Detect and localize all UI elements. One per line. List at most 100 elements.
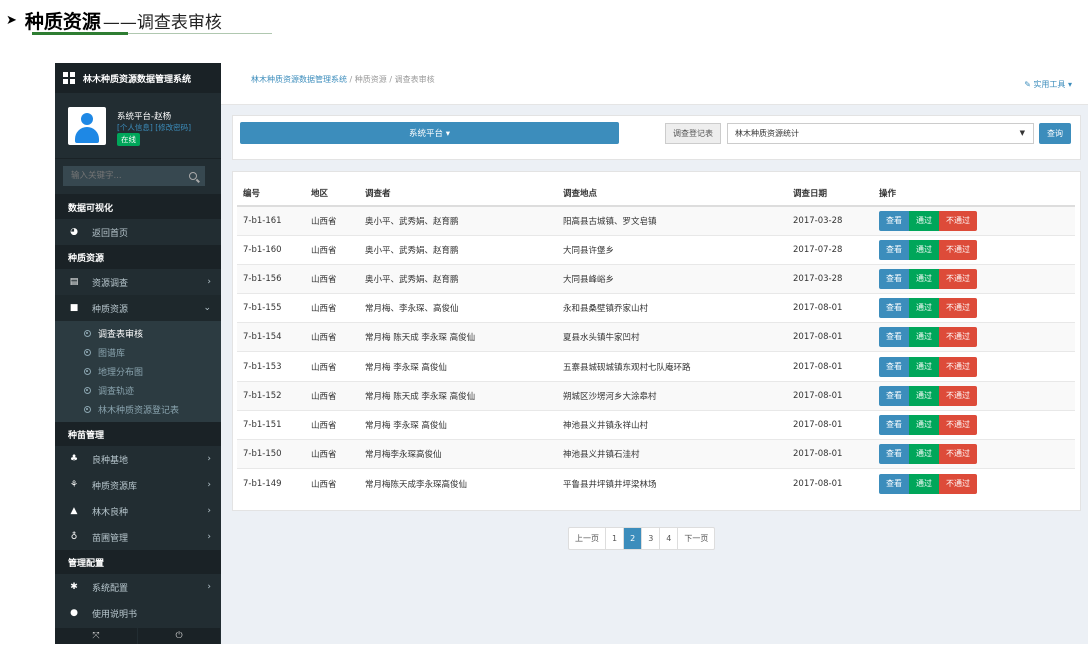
sidebar-item-leaf[interactable]: ⚘ 种质资源库 › — [55, 472, 221, 498]
reject-button[interactable]: 不通过 — [939, 327, 977, 348]
sidebar-item-seedling[interactable]: ♁ 苗圃管理 › — [55, 524, 221, 550]
table-cell: 山西省 — [305, 205, 359, 236]
pass-button[interactable]: 通过 — [909, 239, 939, 260]
sidebar: 林木种质资源数据管理系统 系统平台-赵杨 [个人信息] [修改密码] 在线 数据… — [55, 63, 221, 644]
table-cell: 7-b1-155 — [237, 293, 305, 323]
pass-button[interactable]: 通过 — [909, 268, 939, 289]
pass-button[interactable]: 通过 — [909, 473, 939, 494]
table-cell: 山西省 — [305, 322, 359, 352]
actions-cell: 查看 通过 不通过 — [873, 438, 1075, 469]
reject-button[interactable]: 不通过 — [939, 414, 977, 435]
column-header: 调查地点 — [557, 180, 787, 207]
table-cell: 常月梅 李永琛 高俊仙 — [359, 409, 557, 440]
reject-button[interactable]: 不通过 — [939, 210, 977, 231]
pass-button[interactable]: 通过 — [909, 327, 939, 348]
pass-button[interactable]: 通过 — [909, 414, 939, 435]
submenu-item[interactable]: 调查轨迹 — [55, 381, 221, 400]
pass-button[interactable]: 通过 — [909, 298, 939, 319]
search-input[interactable] — [63, 166, 181, 186]
view-button[interactable]: 查看 — [879, 210, 909, 231]
sidebar-item-label: 使用说明书 — [92, 609, 138, 620]
expand-icon[interactable]: ⤧ — [55, 628, 138, 644]
submenu-item[interactable]: 图谱库 — [55, 343, 221, 362]
view-button[interactable]: 查看 — [879, 385, 909, 406]
table-cell: 山西省 — [305, 293, 359, 323]
reject-button[interactable]: 不通过 — [939, 239, 977, 260]
chevron-right-icon: › — [207, 480, 211, 490]
user-links[interactable]: [个人信息] [修改密码] — [117, 122, 191, 133]
table-cell: 2017-08-01 — [787, 438, 873, 469]
app-logo[interactable]: 林木种质资源数据管理系统 — [55, 63, 221, 93]
pass-button[interactable]: 通过 — [909, 356, 939, 377]
sidebar-item-tree[interactable]: ♣ 良种基地 › — [55, 446, 221, 472]
sidebar-item-help[interactable]: ● 使用说明书 — [55, 600, 221, 626]
tools-menu[interactable]: ✎ 实用工具 ▾ — [1024, 79, 1072, 90]
sidebar-item-book[interactable]: ■ 种质资源 ⌄ — [55, 295, 221, 321]
submenu-item[interactable]: 地理分布图 — [55, 362, 221, 381]
page-2-button[interactable]: 2 — [624, 528, 643, 549]
table-cell: 2017-03-28 — [787, 205, 873, 236]
breadcrumb-home[interactable]: 林木种质资源数据管理系统 — [251, 75, 347, 84]
submenu-item[interactable]: 调查表审核 — [55, 324, 221, 343]
view-button[interactable]: 查看 — [879, 239, 909, 260]
column-header: 编号 — [237, 180, 305, 207]
circle-icon — [84, 368, 91, 375]
circle-icon — [84, 387, 91, 394]
table-cell: 山西省 — [305, 234, 359, 265]
power-icon[interactable]: ⏻ — [138, 628, 221, 644]
column-header: 调查日期 — [787, 180, 873, 207]
reject-button[interactable]: 不通过 — [939, 444, 977, 465]
page-3-button[interactable]: 3 — [642, 528, 661, 549]
view-button[interactable]: 查看 — [879, 414, 909, 435]
view-button[interactable]: 查看 — [879, 298, 909, 319]
view-button[interactable]: 查看 — [879, 473, 909, 494]
column-header: 地区 — [305, 180, 359, 207]
table-cell: 平鲁县井坪镇井坪梁林场 — [557, 468, 787, 498]
next-page-button[interactable]: 下一页 — [678, 528, 714, 549]
reject-button[interactable]: 不通过 — [939, 385, 977, 406]
register-select[interactable]: 林木种质资源统计 ▼ — [727, 123, 1034, 144]
actions-cell: 查看 通过 不通过 — [873, 205, 1075, 236]
pass-button[interactable]: 通过 — [909, 444, 939, 465]
search-button[interactable] — [181, 166, 205, 186]
table-cell: 7-b1-161 — [237, 205, 305, 236]
table-row: 7-b1-156 山西省 奥小平、武秀娟、赵育鹏 大同县峰峪乡 2017-03-28 查看… — [237, 263, 1075, 294]
platform-dropdown-button[interactable]: 系统平台 ▾ — [240, 122, 619, 144]
actions-cell: 查看 通过 不通过 — [873, 322, 1075, 352]
table-row: 7-b1-153 山西省 常月梅 李永琛 高俊仙 五寨县城砚城镇东观村七队庵环路 201… — [237, 351, 1075, 382]
table-cell: 2017-08-01 — [787, 409, 873, 440]
reject-button[interactable]: 不通过 — [939, 473, 977, 494]
sidebar-item-pine[interactable]: ▲ 林木良种 › — [55, 498, 221, 524]
breadcrumb-section[interactable]: 种质资源 — [355, 75, 387, 84]
table-cell: 阳高县古城镇、罗文皂镇 — [557, 205, 787, 236]
view-button[interactable]: 查看 — [879, 444, 909, 465]
reject-button[interactable]: 不通过 — [939, 298, 977, 319]
sidebar-item-table[interactable]: ▤ 资源调查 › — [55, 269, 221, 295]
chevron-down-icon: ⌄ — [203, 303, 211, 313]
view-button[interactable]: 查看 — [879, 327, 909, 348]
pass-button[interactable]: 通过 — [909, 210, 939, 231]
tree-icon: ♣ — [69, 454, 79, 464]
sidebar-item-label: 返回首页 — [92, 228, 129, 239]
view-button[interactable]: 查看 — [879, 268, 909, 289]
actions-cell: 查看 通过 不通过 — [873, 409, 1075, 440]
column-header: 调查者 — [359, 180, 557, 207]
pass-button[interactable]: 通过 — [909, 385, 939, 406]
view-button[interactable]: 查看 — [879, 356, 909, 377]
sidebar-item-gear[interactable]: ✱ 系统配置 › — [55, 574, 221, 600]
sidebar-item-dashboard[interactable]: ◕ 返回首页 — [55, 219, 221, 245]
reject-button[interactable]: 不通过 — [939, 356, 977, 377]
sidebar-section-header: 种苗管理 — [55, 422, 221, 446]
query-button[interactable]: 查询 — [1039, 123, 1071, 144]
table-row: 7-b1-151 山西省 常月梅 李永琛 高俊仙 神池县义井镇永祥山村 2017-08-… — [237, 409, 1075, 440]
page-1-button[interactable]: 1 — [606, 528, 625, 549]
page-4-button[interactable]: 4 — [660, 528, 679, 549]
actions-cell: 查看 通过 不通过 — [873, 380, 1075, 411]
circle-icon — [84, 330, 91, 337]
sidebar-item-label: 种质资源 — [92, 304, 129, 315]
prev-page-button[interactable]: 上一页 — [569, 528, 606, 549]
table-cell: 神池县义井镇永祥山村 — [557, 409, 787, 440]
submenu-item[interactable]: 林木种质资源登记表 — [55, 400, 221, 419]
reject-button[interactable]: 不通过 — [939, 268, 977, 289]
table-row: 7-b1-160 山西省 奥小平、武秀娟、赵育鹏 大同县许堡乡 2017-07-28 查看… — [237, 234, 1075, 265]
